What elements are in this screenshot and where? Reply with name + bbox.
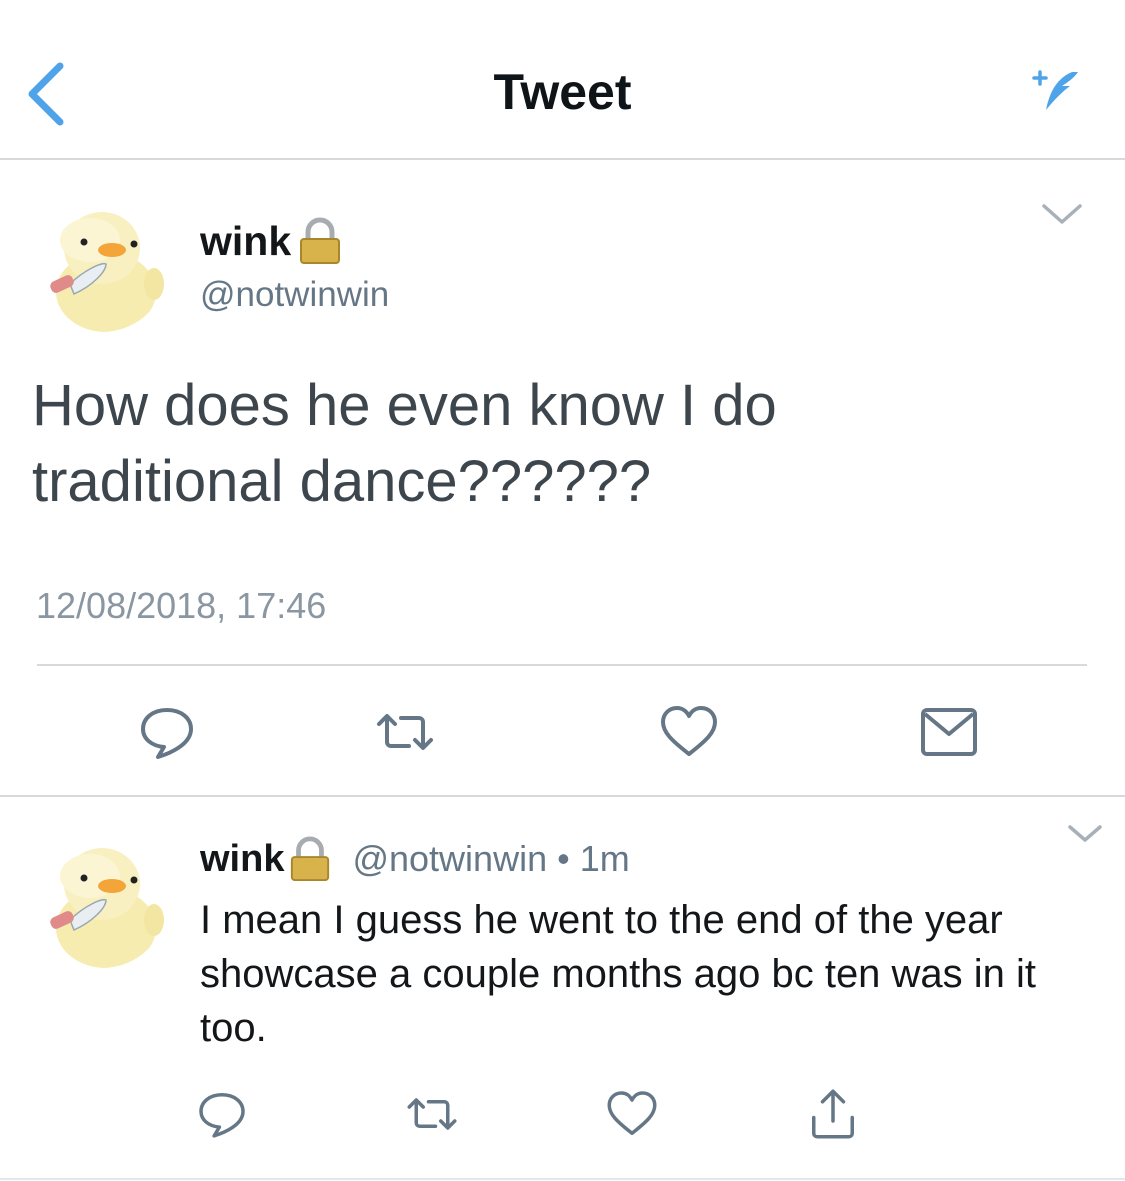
lock-icon — [291, 836, 330, 881]
duck-avatar-image — [36, 836, 168, 968]
display-name[interactable]: wink — [200, 835, 284, 883]
tweet-text: I mean I guess he went to the end of the… — [200, 898, 1037, 1050]
user-handle[interactable]: @notwinwin — [200, 273, 389, 317]
reply-icon[interactable] — [135, 700, 199, 764]
reply-icon[interactable] — [194, 1086, 250, 1142]
tweet-text: How does he even know I do traditional d… — [32, 373, 777, 514]
retweet-icon[interactable] — [404, 1086, 460, 1142]
chevron-down-icon[interactable] — [1066, 822, 1104, 846]
display-name[interactable]: wink — [200, 216, 343, 266]
lock-icon — [300, 217, 341, 264]
avatar[interactable] — [36, 836, 168, 968]
retweet-icon[interactable] — [373, 700, 437, 764]
tweet-timestamp: 12/08/2018, 17:46 — [36, 585, 327, 626]
page-title: Tweet — [493, 64, 632, 120]
compose-tweet-icon[interactable] — [1028, 64, 1084, 116]
separator-dot: • — [557, 838, 570, 879]
share-icon[interactable] — [805, 1086, 861, 1142]
divider — [37, 664, 1087, 666]
display-name-text: wink — [200, 218, 292, 264]
chevron-down-icon[interactable] — [1040, 200, 1084, 228]
divider — [0, 795, 1125, 797]
avatar[interactable] — [36, 200, 168, 332]
user-handle[interactable]: @notwinwin — [352, 835, 547, 883]
like-icon[interactable] — [657, 700, 721, 764]
duck-avatar-image — [36, 200, 168, 332]
like-icon[interactable] — [604, 1086, 660, 1142]
direct-message-icon[interactable] — [917, 700, 981, 764]
divider — [0, 1178, 1125, 1180]
relative-time[interactable]: 1m — [580, 835, 630, 883]
reply-header: wink @notwinwin • 1m — [200, 835, 630, 883]
